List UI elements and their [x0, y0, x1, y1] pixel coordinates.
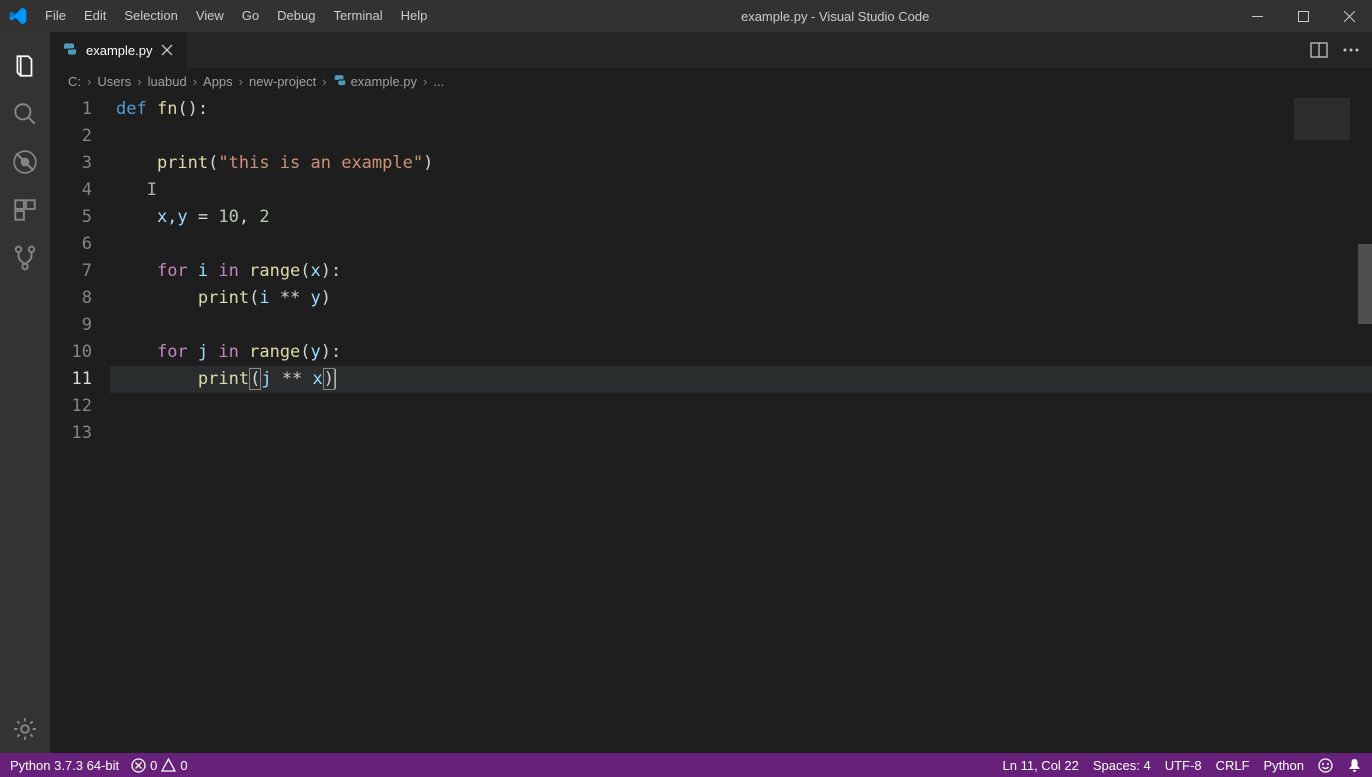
- line-number[interactable]: 2: [50, 123, 110, 150]
- status-indentation[interactable]: Spaces: 4: [1093, 758, 1151, 773]
- editor-actions: [1310, 32, 1372, 68]
- settings-gear-icon[interactable]: [0, 705, 50, 753]
- tab-label: example.py: [86, 43, 152, 58]
- line-number[interactable]: 6: [50, 231, 110, 258]
- tab-close-icon[interactable]: [160, 43, 174, 57]
- breadcrumb[interactable]: C:› Users› luabud› Apps› new-project› ex…: [50, 68, 1372, 94]
- crumb-c[interactable]: C:: [68, 74, 81, 89]
- line-number[interactable]: 12: [50, 393, 110, 420]
- minimize-button[interactable]: [1234, 0, 1280, 32]
- text-cursor: [335, 369, 336, 389]
- code-line[interactable]: print("this is an example"): [110, 150, 1372, 177]
- line-number[interactable]: 9: [50, 312, 110, 339]
- tab-example-py[interactable]: example.py: [50, 32, 187, 68]
- crumb-symbol[interactable]: ...: [433, 74, 444, 89]
- line-number[interactable]: 5: [50, 204, 110, 231]
- status-python-version[interactable]: Python 3.7.3 64-bit: [10, 758, 119, 773]
- crumb-luabud[interactable]: luabud: [148, 74, 187, 89]
- window-controls: [1234, 0, 1372, 32]
- code-line[interactable]: [110, 123, 1372, 150]
- code-line[interactable]: def fn():: [110, 96, 1372, 123]
- code-line[interactable]: I: [110, 177, 1372, 204]
- status-problems[interactable]: 0 0: [131, 758, 187, 773]
- python-file-icon: [333, 74, 347, 88]
- window-title: example.py - Visual Studio Code: [436, 9, 1234, 24]
- status-language[interactable]: Python: [1264, 758, 1304, 773]
- code-line[interactable]: for j in range(y):: [110, 339, 1372, 366]
- status-eol[interactable]: CRLF: [1216, 758, 1250, 773]
- python-file-icon: [62, 42, 78, 58]
- code-line[interactable]: for i in range(x):: [110, 258, 1372, 285]
- main-area: example.py C:› Users› luabud› Apps› new-…: [0, 32, 1372, 753]
- menu-debug[interactable]: Debug: [268, 0, 324, 32]
- crumb-file[interactable]: example.py: [351, 74, 417, 89]
- menu-bar: File Edit Selection View Go Debug Termin…: [36, 0, 436, 32]
- line-number[interactable]: 7: [50, 258, 110, 285]
- editor[interactable]: 1 2 3 4 5 6 7 8 9 10 11 12 13 def fn(): …: [50, 94, 1372, 753]
- menu-go[interactable]: Go: [233, 0, 268, 32]
- more-actions-icon[interactable]: [1342, 41, 1360, 59]
- crumb-apps[interactable]: Apps: [203, 74, 233, 89]
- code-line[interactable]: [110, 312, 1372, 339]
- line-number[interactable]: 11: [50, 366, 110, 393]
- vertical-scrollbar[interactable]: [1358, 94, 1372, 753]
- code-line[interactable]: x,y = 10, 2: [110, 204, 1372, 231]
- line-number[interactable]: 1: [50, 96, 110, 123]
- line-number[interactable]: 10: [50, 339, 110, 366]
- extensions-icon[interactable]: [0, 186, 50, 234]
- code-line[interactable]: [110, 231, 1372, 258]
- search-icon[interactable]: [0, 90, 50, 138]
- code-content[interactable]: def fn(): print("this is an example") I …: [110, 94, 1372, 753]
- crumb-users[interactable]: Users: [97, 74, 131, 89]
- warning-icon: [161, 758, 176, 773]
- menu-help[interactable]: Help: [392, 0, 437, 32]
- status-encoding[interactable]: UTF-8: [1165, 758, 1202, 773]
- status-feedback-icon[interactable]: [1318, 758, 1333, 773]
- vscode-logo-icon: [0, 6, 36, 26]
- status-cursor-position[interactable]: Ln 11, Col 22: [1003, 758, 1079, 773]
- line-number[interactable]: 13: [50, 420, 110, 447]
- tab-bar: example.py: [50, 32, 1372, 68]
- menu-selection[interactable]: Selection: [115, 0, 186, 32]
- menu-edit[interactable]: Edit: [75, 0, 115, 32]
- split-editor-icon[interactable]: [1310, 41, 1328, 59]
- title-bar: File Edit Selection View Go Debug Termin…: [0, 0, 1372, 32]
- line-number[interactable]: 3: [50, 150, 110, 177]
- code-line[interactable]: print(j ** x): [110, 366, 1372, 393]
- editor-group: example.py C:› Users› luabud› Apps› new-…: [50, 32, 1372, 753]
- scrollbar-thumb[interactable]: [1358, 244, 1372, 324]
- maximize-button[interactable]: [1280, 0, 1326, 32]
- menu-file[interactable]: File: [36, 0, 75, 32]
- error-icon: [131, 758, 146, 773]
- line-number-gutter[interactable]: 1 2 3 4 5 6 7 8 9 10 11 12 13: [50, 94, 110, 753]
- close-button[interactable]: [1326, 0, 1372, 32]
- activity-bar: [0, 32, 50, 753]
- code-line[interactable]: [110, 393, 1372, 420]
- line-number[interactable]: 4: [50, 177, 110, 204]
- menu-view[interactable]: View: [187, 0, 233, 32]
- source-control-icon[interactable]: [0, 234, 50, 282]
- code-line[interactable]: print(i ** y): [110, 285, 1372, 312]
- status-bar: Python 3.7.3 64-bit 0 0 Ln 11, Col 22 Sp…: [0, 753, 1372, 777]
- explorer-icon[interactable]: [0, 42, 50, 90]
- crumb-new-project[interactable]: new-project: [249, 74, 316, 89]
- menu-terminal[interactable]: Terminal: [324, 0, 391, 32]
- minimap[interactable]: [1294, 98, 1350, 140]
- debug-icon[interactable]: [0, 138, 50, 186]
- code-line[interactable]: [110, 420, 1372, 447]
- status-notifications-icon[interactable]: [1347, 758, 1362, 773]
- line-number[interactable]: 8: [50, 285, 110, 312]
